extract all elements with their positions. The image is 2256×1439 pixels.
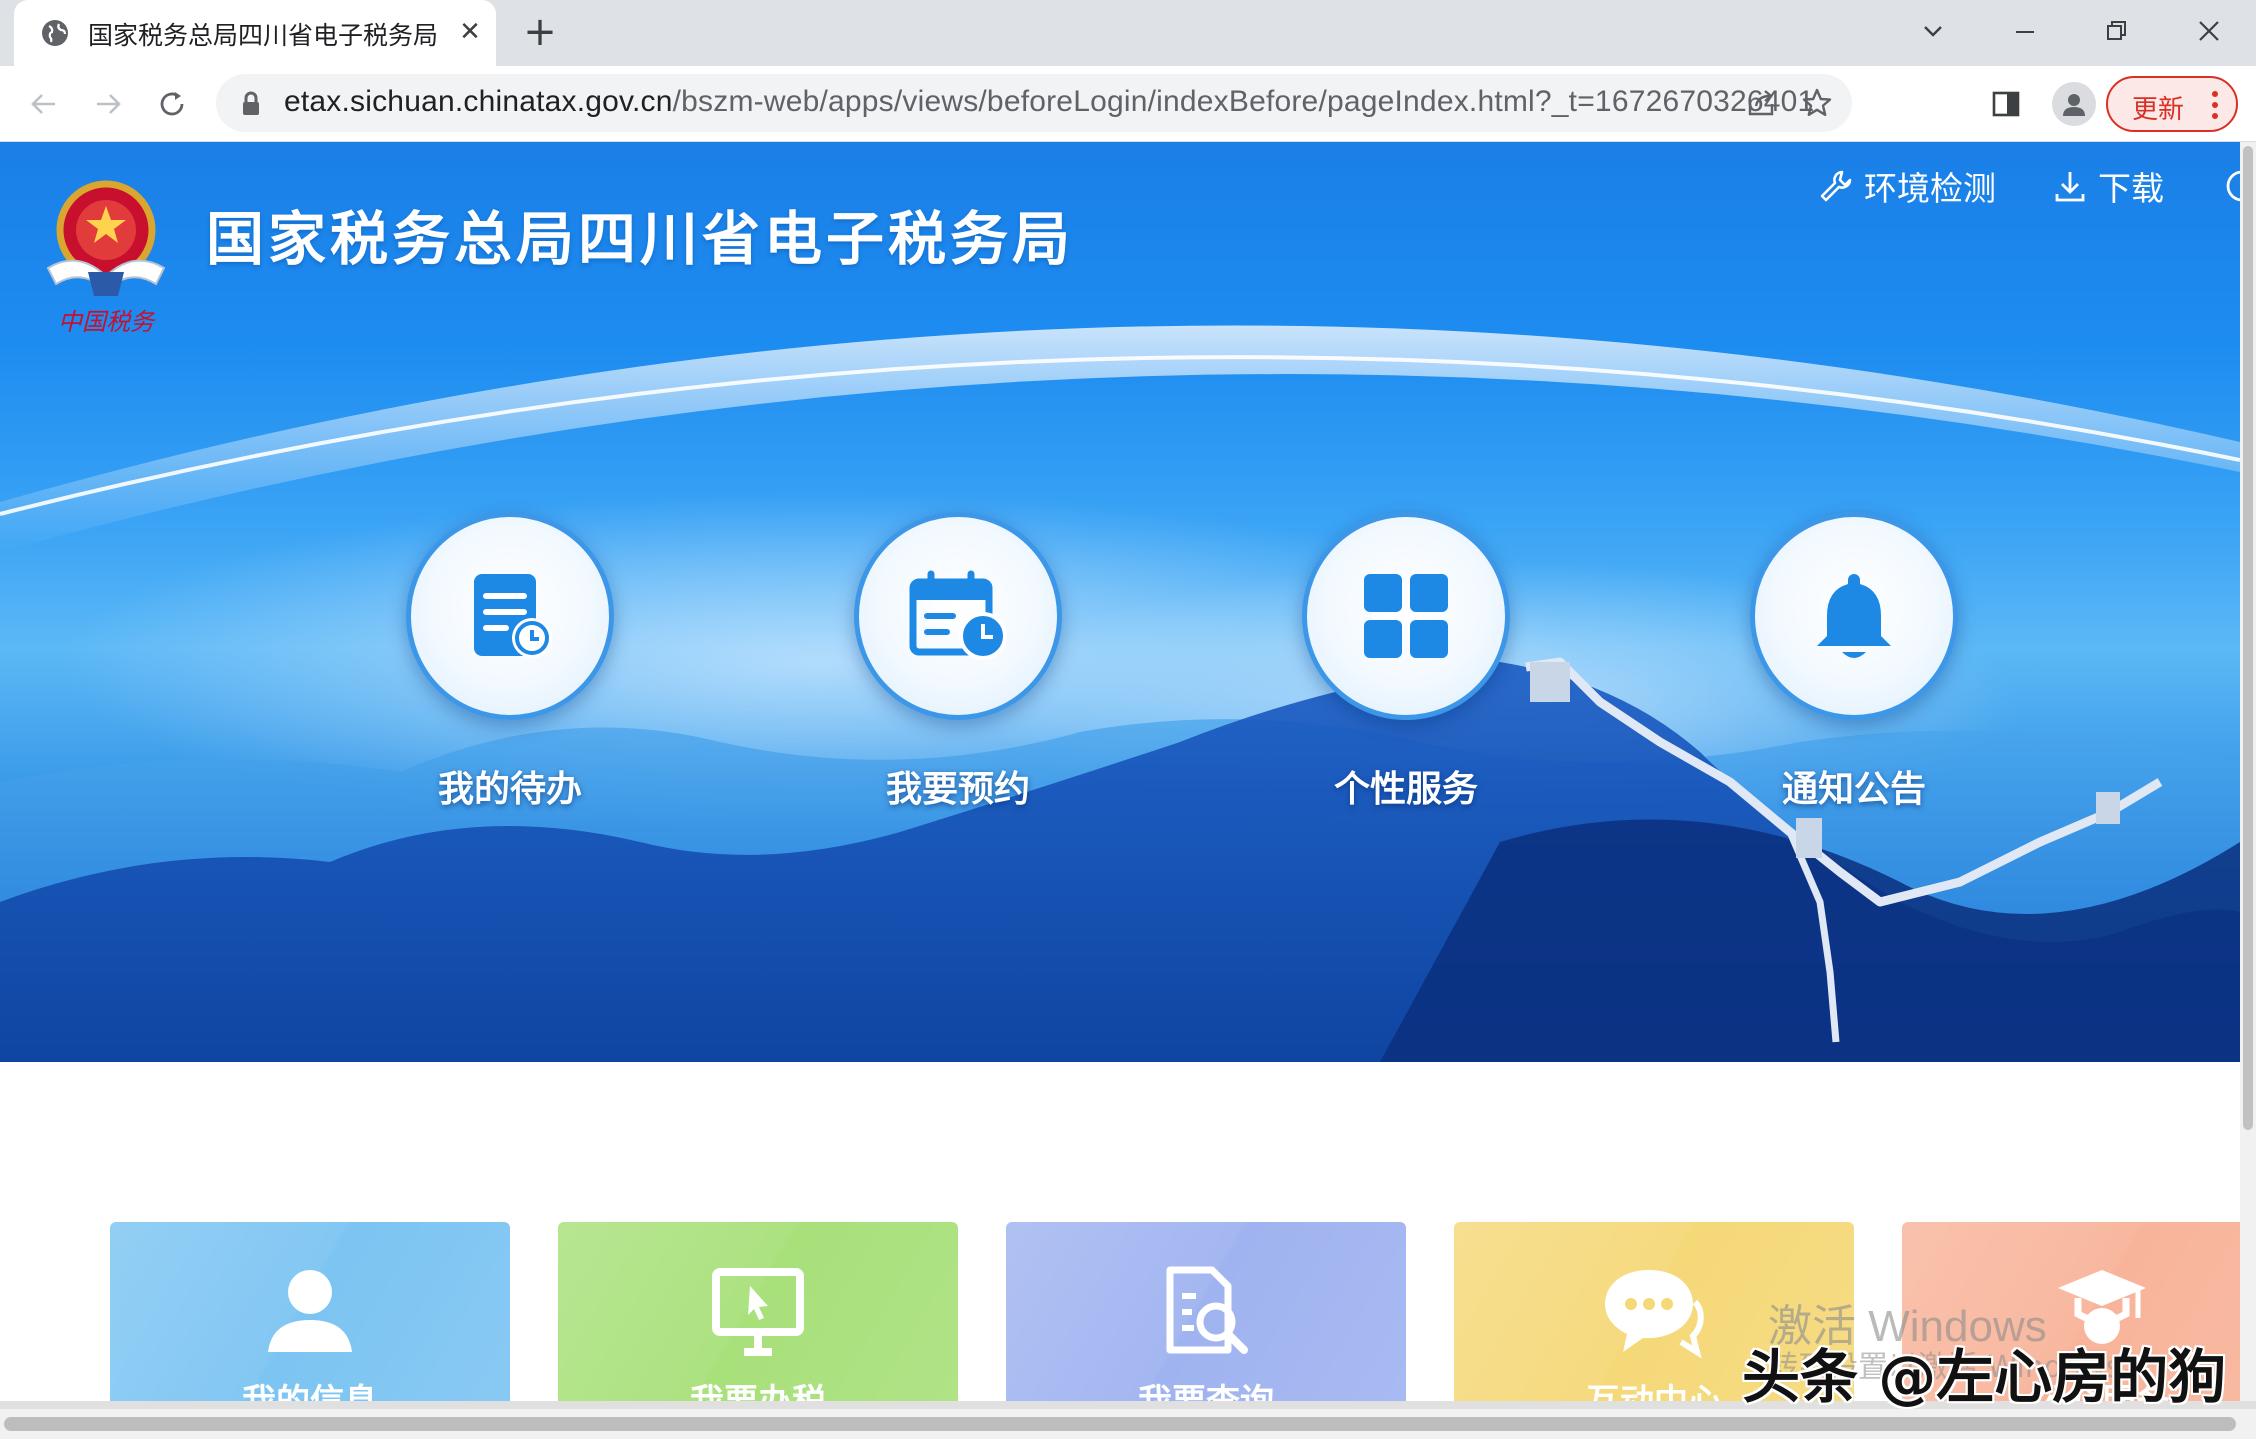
tab-title: 国家税务总局四川省电子税务局 — [88, 21, 439, 50]
arrow-left-icon — [31, 94, 55, 114]
environment-check-label: 环境检测 — [1864, 169, 1996, 208]
hero-circle-personal-service[interactable] — [1302, 512, 1510, 720]
help-icon — [2226, 170, 2240, 202]
close-tab-icon[interactable]: ✕ — [452, 14, 488, 50]
download-icon — [2055, 172, 2085, 202]
close-icon — [2199, 21, 2219, 41]
side-panel-button[interactable] — [1986, 84, 2026, 124]
hero-circle-todo[interactable] — [406, 512, 614, 720]
chevron-down-icon — [1924, 26, 1942, 37]
tax-emblem-logo: 中国税务 — [46, 180, 166, 336]
download-label: 下载 — [2098, 169, 2164, 208]
update-button[interactable]: 更新 — [2106, 76, 2238, 132]
emblem-caption: 中国税务 — [58, 308, 156, 336]
active-tab[interactable]: 国家税务总局四川省电子税务局 ✕ — [14, 0, 496, 66]
profile-avatar[interactable] — [2052, 82, 2096, 126]
hero-circle-appointment[interactable] — [854, 512, 1062, 720]
download-link[interactable]: 下载 — [2052, 162, 2164, 210]
user-icon — [268, 1270, 352, 1352]
address-bar[interactable]: etax.sichuan.chinatax.gov.cn/bszm-web/ap… — [216, 74, 1852, 132]
minimize-button[interactable] — [1990, 6, 2060, 54]
more-menu-icon — [2212, 91, 2218, 119]
environment-check-link[interactable]: 环境检测 — [1818, 162, 1996, 210]
browser-toolbar: etax.sichuan.chinatax.gov.cn/bszm-web/ap… — [0, 66, 2256, 142]
lock-icon[interactable] — [240, 91, 262, 117]
reload-icon — [160, 92, 184, 116]
url-text[interactable]: etax.sichuan.chinatax.gov.cn/bszm-web/ap… — [284, 85, 1814, 119]
horizontal-scrollbar-thumb[interactable] — [4, 1417, 2236, 1431]
card-query[interactable]: 我要查询 — [1006, 1222, 1406, 1409]
todo-list-icon — [474, 574, 552, 658]
url-path: /bszm-web/apps/views/beforeLogin/indexBe… — [672, 85, 1815, 118]
hero-label-todo: 我的待办 — [437, 769, 582, 810]
tab-search-button[interactable] — [1898, 6, 1968, 54]
document-search-icon — [1166, 1266, 1248, 1354]
hero-banner: 中国税务 国家税务总局四川省电子税务局 环境检测 下载 我的待办 我要预约 个性… — [0, 142, 2240, 1062]
hero-label-personal-service: 个性服务 — [1333, 769, 1478, 810]
person-icon — [2063, 94, 2085, 116]
reload-button[interactable] — [148, 80, 196, 128]
tab-strip: 国家税务总局四川省电子税务局 ✕ + — [0, 0, 2256, 66]
arrow-right-icon — [97, 94, 121, 114]
vertical-scrollbar[interactable] — [2240, 142, 2256, 1409]
card-tax-handling[interactable]: 我要办税 — [558, 1222, 958, 1409]
update-label: 更新 — [2132, 95, 2185, 125]
share-icon[interactable] — [1744, 86, 1778, 120]
calendar-clock-icon — [909, 570, 1007, 660]
new-tab-button[interactable]: + — [518, 12, 562, 56]
monitor-cursor-icon — [712, 1268, 804, 1356]
minimize-icon — [2016, 31, 2034, 33]
restore-button[interactable] — [2082, 6, 2152, 54]
source-credit-overlay: 头条 @左心房的狗 — [1742, 1343, 2227, 1411]
site-title: 国家税务总局四川省电子税务局 — [206, 205, 1075, 273]
browser-window: 国家税务总局四川省电子税务局 ✕ + etax.sichuan.chinatax… — [0, 0, 2256, 1439]
hero-item-todo[interactable]: 我的待办 — [380, 512, 640, 812]
back-button[interactable] — [20, 80, 68, 128]
hero-label-appointment: 我要预约 — [885, 769, 1030, 810]
bookmark-star-icon[interactable] — [1800, 86, 1834, 120]
grid-icon — [1364, 574, 1448, 658]
hero-circle-notice[interactable] — [1750, 512, 1958, 720]
wrench-icon — [1820, 170, 1852, 202]
vertical-scrollbar-thumb[interactable] — [2243, 146, 2253, 1130]
hero-item-personal-service[interactable]: 个性服务 — [1276, 512, 1536, 812]
hero-label-notice: 通知公告 — [1781, 769, 1926, 810]
globe-icon — [42, 20, 68, 46]
card-my-info[interactable]: 我的信息 — [110, 1222, 510, 1409]
hero-item-appointment[interactable]: 我要预约 — [828, 512, 1088, 812]
hero-item-notice[interactable]: 通知公告 — [1724, 512, 1984, 812]
chat-icon — [1605, 1270, 1704, 1359]
web-page: 中国税务 国家税务总局四川省电子税务局 环境检测 下载 我的待办 我要预约 个性… — [0, 142, 2240, 1409]
url-host: etax.sichuan.chinatax.gov.cn — [284, 85, 673, 118]
forward-button[interactable] — [84, 80, 132, 128]
close-window-button[interactable] — [2174, 6, 2244, 54]
bell-icon — [1817, 574, 1891, 658]
restore-icon — [2107, 21, 2126, 40]
help-link[interactable] — [2224, 162, 2240, 210]
side-panel-icon — [1992, 91, 2020, 117]
